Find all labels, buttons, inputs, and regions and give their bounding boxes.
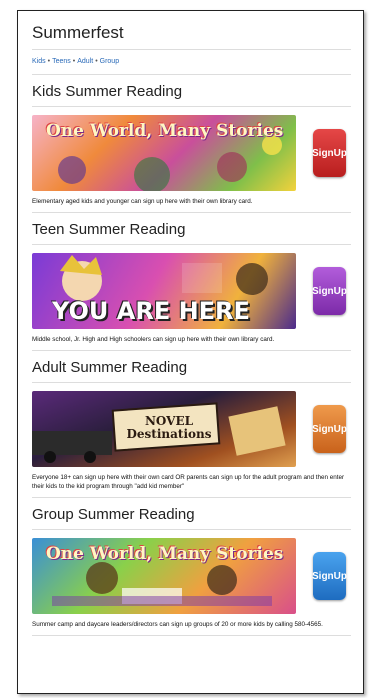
page-frame: Summerfest Kids • Teens • Adult • Group Kids S… <box>17 10 364 694</box>
promo-group: One World, Many Stories Sign Up <box>32 530 351 618</box>
kids-signup-button[interactable]: Sign Up <box>312 129 347 177</box>
content: Summerfest Kids • Teens • Adult • Group Kids S… <box>18 11 363 636</box>
nav-separator: • <box>95 58 98 65</box>
teen-signup-button[interactable]: Sign Up <box>312 267 347 315</box>
promo-adult: NOVEL Destinations Sign Up <box>32 383 351 471</box>
nav-separator: • <box>47 58 51 65</box>
group-signup-button[interactable]: Sign Up <box>312 552 347 600</box>
nav-link-adult[interactable]: Adult <box>77 58 93 65</box>
kids-description: Elementary aged kids and younger can sig… <box>32 195 351 213</box>
teen-banner-title: YOU ARE HERE <box>52 297 250 325</box>
group-banner-title: One World, Many Stories <box>46 544 284 564</box>
section-title-kids: Kids Summer Reading <box>32 75 351 107</box>
nav-separator: • <box>72 58 76 65</box>
nav-link-kids[interactable]: Kids <box>32 58 46 65</box>
section-title-teen: Teen Summer Reading <box>32 213 351 245</box>
adult-banner-title: NOVEL Destinations <box>126 414 212 441</box>
adult-signup-button[interactable]: Sign Up <box>312 405 347 453</box>
group-description: Summer camp and daycare leaders/director… <box>32 618 351 636</box>
nav-link-group[interactable]: Group <box>100 58 119 65</box>
page-title: Summerfest <box>32 11 351 50</box>
promo-kids: One World, Many Stories Sign Up <box>32 107 351 195</box>
kids-banner-image[interactable]: One World, Many Stories <box>32 115 296 191</box>
adult-description: Everyone 18+ can sign up here with their… <box>32 471 351 498</box>
kids-banner-title: One World, Many Stories <box>46 121 284 141</box>
teen-description: Middle school, Jr. High and High schoole… <box>32 333 351 351</box>
nav-link-teens[interactable]: Teens <box>52 58 71 65</box>
section-title-adult: Adult Summer Reading <box>32 351 351 383</box>
section-title-group: Group Summer Reading <box>32 498 351 530</box>
group-banner-image[interactable]: One World, Many Stories <box>32 538 296 614</box>
adult-banner-image[interactable]: NOVEL Destinations <box>32 391 296 467</box>
promo-teen: YOU ARE HERE Sign Up <box>32 245 351 333</box>
section-nav: Kids • Teens • Adult • Group <box>32 50 351 75</box>
teen-banner-image[interactable]: YOU ARE HERE <box>32 253 296 329</box>
